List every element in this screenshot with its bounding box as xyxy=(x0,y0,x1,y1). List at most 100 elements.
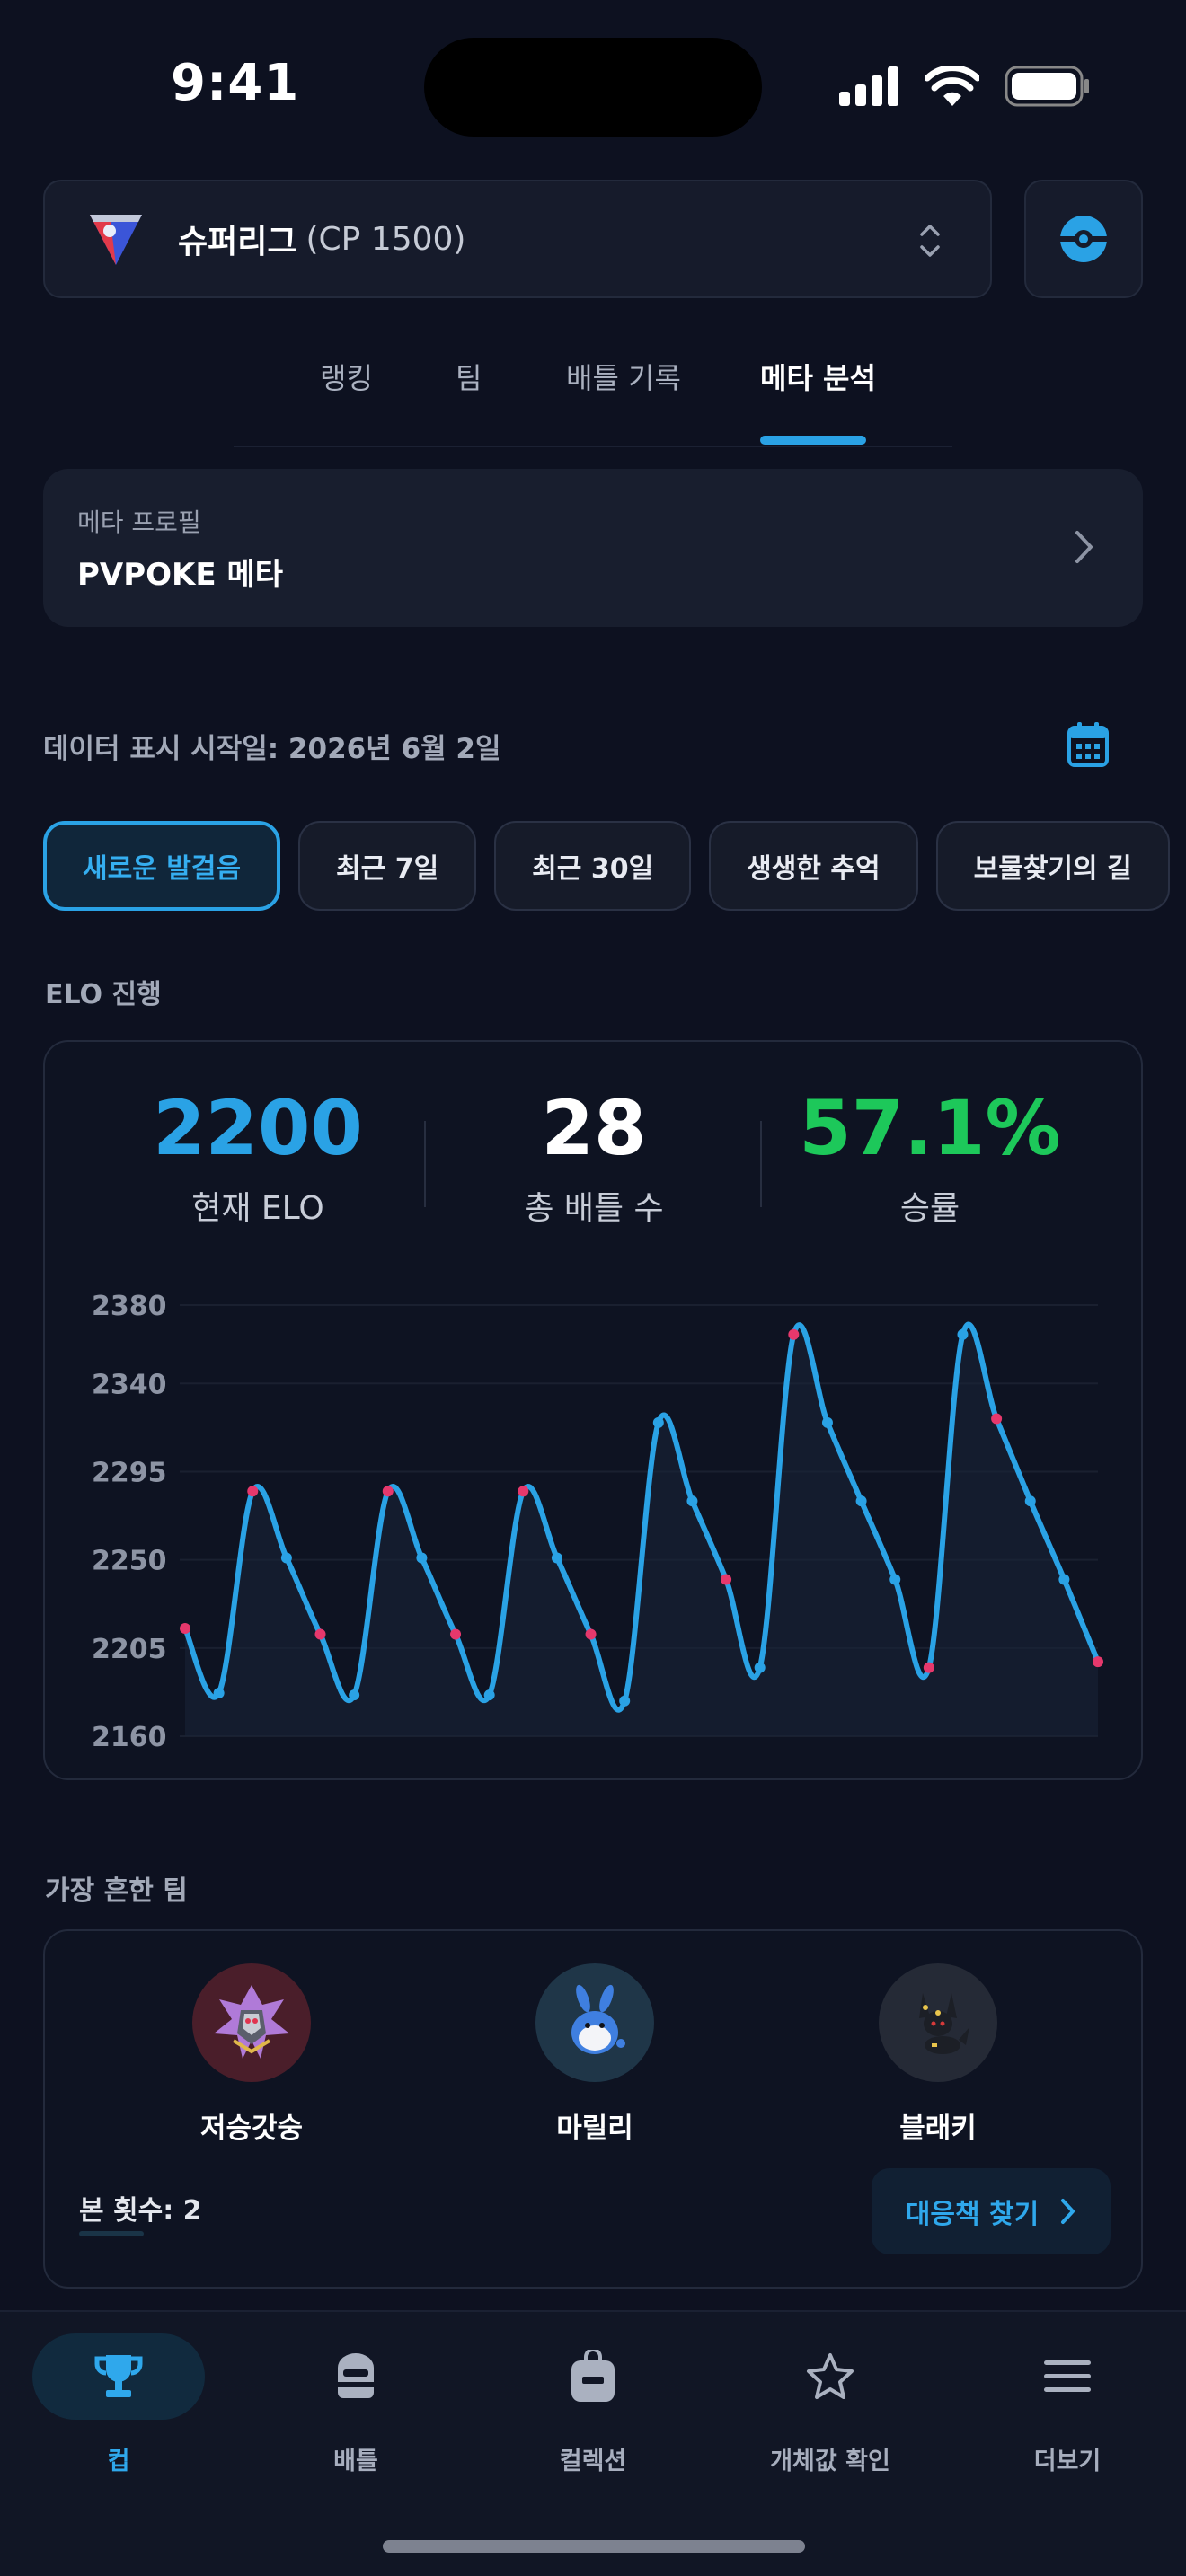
team-member[interactable]: 블래키 xyxy=(839,1963,1037,2146)
elo-data-point xyxy=(890,1574,901,1585)
find-counters-label: 대응책 찾기 xyxy=(905,2199,1040,2230)
nav-collection-label: 컬렉션 xyxy=(559,2448,627,2475)
elo-data-point xyxy=(721,1574,732,1585)
chip-last-30-days[interactable]: 최근 30일 xyxy=(494,821,692,911)
league-cp: (CP 1500) xyxy=(305,220,466,258)
team-member-name: 마릴리 xyxy=(556,2113,633,2145)
team-member-name: 블래키 xyxy=(899,2113,977,2145)
elo-data-point xyxy=(483,1689,495,1701)
elo-data-point xyxy=(518,1486,529,1497)
elo-line-chart: 2380 2340 2295 2250 2205 2160 xyxy=(92,1291,1103,1753)
meta-profile-value: PVPOKE 메타 xyxy=(77,557,284,593)
status-time: 9:41 xyxy=(171,54,300,112)
elo-area-fill xyxy=(185,1324,1098,1736)
league-name: 슈퍼리그 xyxy=(178,224,297,260)
elo-data-point xyxy=(585,1628,597,1640)
nav-iv-check-label: 개체값 확인 xyxy=(770,2448,890,2475)
chevron-right-icon xyxy=(1061,2199,1075,2224)
status-icons xyxy=(839,63,1091,110)
elo-data-point xyxy=(314,1628,326,1640)
chevron-right-icon xyxy=(1075,531,1093,563)
find-counters-button[interactable]: 대응책 찾기 xyxy=(872,2168,1111,2254)
y-tick-label: 2380 xyxy=(92,1291,167,1322)
great-league-icon xyxy=(90,215,142,265)
tab-ranking[interactable]: 랭킹 xyxy=(320,356,373,397)
common-team-card: 저승갓숭 마릴리 블래키 본 횟수: 2 대응책 찾기 xyxy=(43,1929,1143,2289)
elo-data-point xyxy=(923,1662,934,1673)
elo-data-point xyxy=(686,1495,698,1507)
app-screen: 9:41 슈퍼리그 (CP 1500) 랭킹 팀 배틀 기록 메타 분석 메타 … xyxy=(0,0,1186,2576)
nav-battle-label: 배틀 xyxy=(333,2448,378,2475)
bottom-navigation: 컵 배틀 컬렉션 개체값 확인 더보기 xyxy=(0,2310,1186,2576)
nav-cup[interactable]: 컵 xyxy=(29,2333,208,2476)
tab-team[interactable]: 팀 xyxy=(456,356,482,397)
trophy-icon xyxy=(94,2355,143,2397)
league-selector[interactable]: 슈퍼리그 (CP 1500) xyxy=(43,180,992,298)
pokemon-avatar xyxy=(879,1963,997,2082)
pokemon-avatar xyxy=(535,1963,654,2082)
calendar-icon[interactable] xyxy=(1067,722,1109,767)
home-indicator xyxy=(383,2540,805,2553)
signal-icon xyxy=(839,66,898,106)
elo-data-point xyxy=(551,1552,562,1564)
chip-last-7-days[interactable]: 최근 7일 xyxy=(298,821,477,911)
elo-data-point xyxy=(957,1328,969,1340)
filter-chips: 새로운 발걸음 최근 7일 최근 30일 생생한 추억 보물찾기의 길 xyxy=(43,821,1170,911)
nav-iv-check[interactable]: 개체값 확인 xyxy=(740,2333,920,2476)
team-member[interactable]: 저승갓숭 xyxy=(153,1963,350,2146)
elo-data-point xyxy=(180,1623,190,1634)
nav-cup-label: 컵 xyxy=(107,2448,130,2475)
y-tick-label: 2295 xyxy=(92,1457,167,1488)
nav-more-label: 더보기 xyxy=(1033,2448,1102,2475)
nav-more[interactable]: 더보기 xyxy=(978,2333,1157,2476)
chip-treasure-path[interactable]: 보물찾기의 길 xyxy=(935,821,1170,911)
elo-data-point xyxy=(1058,1574,1070,1585)
dynamic-island xyxy=(424,38,762,137)
tab-battle-log[interactable]: 배틀 기록 xyxy=(566,356,681,397)
chip-vivid-memories[interactable]: 생생한 추억 xyxy=(709,821,918,911)
elo-data-point xyxy=(821,1416,833,1428)
battery-icon xyxy=(1005,66,1089,107)
y-tick-label: 2205 xyxy=(92,1634,167,1665)
elo-section-title: ELO 진행 xyxy=(45,979,162,1010)
nav-battle[interactable]: 배틀 xyxy=(266,2333,446,2476)
nav-collection[interactable]: 컬렉션 xyxy=(503,2333,683,2476)
pokeball-icon xyxy=(1060,216,1107,262)
chevron-up-down-icon xyxy=(920,225,940,257)
elo-card: 2200 현재 ELO 28 총 배틀 수 57.1% 승률 2380 2340 2… xyxy=(43,1040,1143,1780)
elo-data-point xyxy=(382,1486,394,1497)
umbreon-icon xyxy=(919,1993,969,2054)
elo-data-point xyxy=(247,1486,259,1497)
team-member[interactable]: 마릴리 xyxy=(496,1963,694,2146)
elo-data-point xyxy=(280,1552,292,1564)
seen-count: 본 횟수: 2 xyxy=(79,2195,202,2227)
elo-data-point xyxy=(991,1413,1003,1425)
meta-profile-row[interactable]: 메타 프로필 PVPOKE 메타 xyxy=(43,469,1143,627)
team-member-name: 저승갓숭 xyxy=(199,2113,304,2145)
tab-bar: 랭킹 팀 배틀 기록 메타 분석 xyxy=(234,341,952,447)
azumarill-icon xyxy=(571,1984,625,2054)
elo-data-point xyxy=(450,1628,462,1640)
backpack-icon xyxy=(571,2350,615,2402)
pokemon-avatar xyxy=(192,1963,311,2082)
tab-meta-analysis[interactable]: 메타 분석 xyxy=(760,356,876,397)
team-section-title: 가장 흔한 팀 xyxy=(45,1875,188,1907)
elo-data-point xyxy=(1024,1495,1036,1507)
elo-data-point xyxy=(855,1495,867,1507)
data-start-date: 데이터 표시 시작일: 2026년 6월 2일 xyxy=(43,733,501,765)
seen-underline xyxy=(79,2231,144,2236)
elo-data-point xyxy=(213,1688,225,1698)
wifi-icon xyxy=(925,66,979,106)
active-tab-indicator xyxy=(760,436,866,445)
elo-data-point xyxy=(1093,1656,1103,1668)
elo-data-point xyxy=(788,1328,800,1340)
y-tick-label: 2160 xyxy=(92,1722,167,1753)
elo-data-point xyxy=(652,1416,664,1428)
pokeball-button[interactable] xyxy=(1024,180,1143,298)
helmet-icon xyxy=(338,2353,374,2398)
elo-data-point xyxy=(754,1662,766,1673)
chip-new-steps[interactable]: 새로운 발걸음 xyxy=(43,821,281,911)
star-icon xyxy=(807,2353,854,2399)
menu-icon xyxy=(1044,2360,1091,2392)
elo-data-point xyxy=(416,1552,428,1564)
